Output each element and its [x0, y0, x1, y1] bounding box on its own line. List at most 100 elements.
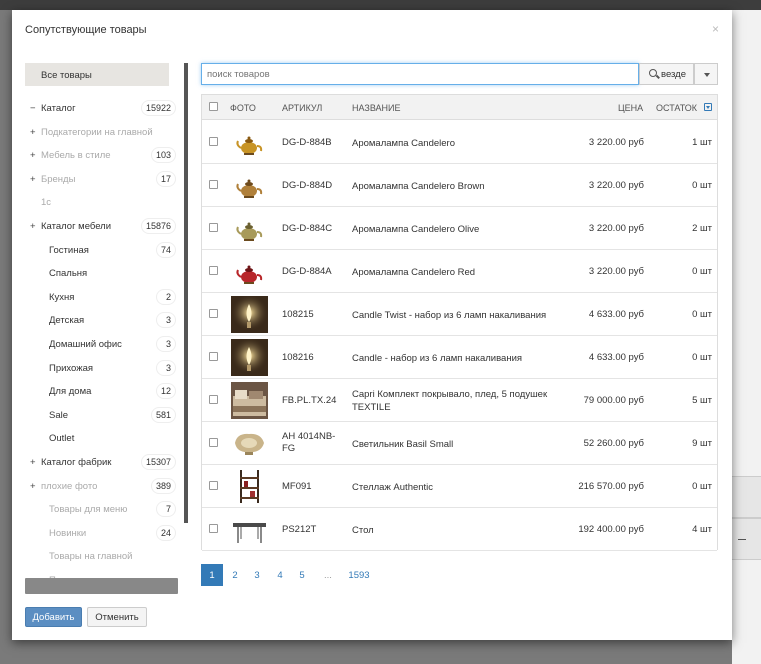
category-item[interactable]: Товары для меню 7: [25, 500, 175, 520]
search-input[interactable]: [201, 63, 639, 85]
category-label: Товары для меню: [49, 504, 128, 516]
search-scope-button[interactable]: везде: [639, 63, 694, 85]
category-count-badge: 17: [156, 171, 175, 186]
page-link[interactable]: 1593: [343, 564, 375, 586]
category-item[interactable]: + Мебель в стиле 103: [25, 146, 175, 166]
product-name: Аромалампа Candelero Brown: [352, 181, 485, 192]
category-item[interactable]: Outlet: [25, 429, 175, 449]
product-name: Candle Twist - набор из 6 ламп накаливан…: [352, 310, 547, 321]
category-item[interactable]: Sale 581: [25, 406, 175, 426]
category-label: Подкатегории на главной: [41, 126, 153, 138]
category-label: Каталог фабрик: [41, 457, 112, 468]
collapse-icon[interactable]: −: [30, 103, 38, 114]
product-price: 216 570.00 руб: [578, 481, 644, 492]
category-item[interactable]: + Каталог фабрик 15307: [25, 453, 175, 473]
row-checkbox[interactable]: [209, 524, 218, 533]
expand-icon[interactable]: +: [30, 481, 38, 492]
product-sku: FB.PL.TX.24: [282, 395, 337, 406]
category-item[interactable]: Гостиная 74: [25, 241, 175, 261]
category-count-badge: 2: [157, 289, 175, 304]
page-link[interactable]: 5: [291, 564, 313, 586]
products-table: ФОТО АРТИКУЛ НАЗВАНИЕ ЦЕНА ОСТАТОК DG-D-…: [201, 94, 718, 551]
row-checkbox[interactable]: [209, 309, 218, 318]
select-all-checkbox[interactable]: [209, 102, 218, 111]
category-item[interactable]: Новинки 24: [25, 524, 175, 544]
column-price[interactable]: ЦЕНА: [618, 103, 643, 113]
table-row[interactable]: 108215 Candle Twist - набор из 6 ламп нак…: [202, 293, 717, 336]
sidebar-vertical-scrollbar[interactable]: [184, 63, 188, 523]
category-label: Новинки: [49, 527, 87, 539]
category-item[interactable]: Кухня 2: [25, 288, 175, 308]
category-item[interactable]: − Каталог 15922: [25, 99, 175, 119]
expand-icon[interactable]: +: [30, 457, 38, 468]
product-price: 3 220.00 руб: [588, 137, 644, 148]
sidebar-horizontal-scrollbar[interactable]: [25, 578, 178, 594]
row-checkbox[interactable]: [209, 137, 218, 146]
search-scope-dropdown[interactable]: [694, 63, 718, 85]
product-sku: 108215: [282, 309, 314, 320]
category-item[interactable]: Детская 3: [25, 311, 175, 331]
product-sku: DG-D-884C: [282, 223, 333, 234]
category-item[interactable]: Домашний офис 3: [25, 335, 175, 355]
product-stock: 9 шт: [692, 438, 712, 449]
cancel-button[interactable]: Отменить: [87, 607, 147, 627]
table-row[interactable]: MF091 Стеллаж Authentic 216 570.00 руб 0 шт: [202, 465, 717, 508]
page-link[interactable]: 2: [224, 564, 246, 586]
page-link[interactable]: 3: [246, 564, 268, 586]
row-checkbox[interactable]: [209, 266, 218, 275]
product-stock: 0 шт: [692, 180, 712, 191]
product-name: Candle - набор из 6 ламп накаливания: [352, 353, 523, 364]
product-name: Светильник Basil Small: [352, 439, 454, 450]
category-item[interactable]: + Бренды 17: [25, 170, 175, 190]
table-row[interactable]: 108216 Candle - набор из 6 ламп накаливан…: [202, 336, 717, 379]
row-checkbox[interactable]: [209, 223, 218, 232]
row-checkbox[interactable]: [209, 481, 218, 490]
background-row: [732, 476, 761, 518]
category-label: Прихожая: [49, 362, 94, 374]
product-sku: AH 4014NB-FG: [282, 431, 336, 454]
page-link[interactable]: 1: [201, 564, 223, 586]
add-button[interactable]: Добавить: [25, 607, 82, 627]
close-icon[interactable]: ×: [712, 22, 719, 36]
expand-icon[interactable]: +: [30, 221, 38, 232]
search-scope-label: везде: [661, 69, 686, 80]
related-products-modal: Сопутствующие товары × Все товары − Катал…: [12, 10, 732, 640]
category-label: Бренды: [41, 173, 76, 185]
table-row[interactable]: DG-D-884C Аромалампа Candelero Olive 3 220…: [202, 207, 717, 250]
category-item[interactable]: Спальня: [25, 264, 175, 284]
category-item[interactable]: + Каталог мебели 15876: [25, 217, 175, 237]
expand-icon[interactable]: +: [30, 174, 38, 185]
table-row[interactable]: PS212T Стол 192 400.00 руб 4 шт: [202, 508, 717, 551]
expand-icon[interactable]: +: [30, 150, 38, 161]
row-checkbox[interactable]: [209, 352, 218, 361]
category-item[interactable]: + плохие фото 389: [25, 477, 175, 497]
expand-icon[interactable]: +: [30, 127, 38, 138]
category-item[interactable]: Для дома 12: [25, 382, 175, 402]
table-row[interactable]: DG-D-884B Аромалампа Candelero 3 220.00 ру…: [202, 121, 717, 164]
table-row[interactable]: AH 4014NB-FG Светильник Basil Small 52 260…: [202, 422, 717, 465]
category-count-badge: 24: [156, 525, 175, 540]
product-price: 4 633.00 руб: [588, 309, 644, 320]
row-checkbox[interactable]: [209, 180, 218, 189]
search-bar: везде: [201, 63, 718, 85]
page-link[interactable]: 4: [269, 564, 291, 586]
category-all-products[interactable]: Все товары: [25, 63, 169, 86]
column-sku[interactable]: АРТИКУЛ: [282, 103, 322, 113]
category-label: Домашний офис: [49, 339, 122, 350]
category-item[interactable]: Прихожая 3: [25, 359, 175, 379]
table-row[interactable]: DG-D-884A Аромалампа Candelero Red 3 220.0…: [202, 250, 717, 293]
column-stock[interactable]: ОСТАТОК: [656, 103, 697, 113]
table-header: ФОТО АРТИКУЛ НАЗВАНИЕ ЦЕНА ОСТАТОК: [202, 95, 717, 120]
column-name[interactable]: НАЗВАНИЕ: [352, 103, 401, 113]
row-checkbox[interactable]: [209, 395, 218, 404]
product-sku: 108216: [282, 352, 314, 363]
category-item[interactable]: + Подкатегории на главной: [25, 123, 175, 143]
category-item[interactable]: Товары на главной: [25, 547, 175, 567]
table-row[interactable]: DG-D-884D Аромалампа Candelero Brown 3 220…: [202, 164, 717, 207]
pagination-ellipsis: ...: [324, 570, 332, 581]
table-row[interactable]: FB.PL.TX.24 Capri Комплект покрывало, пле…: [202, 379, 717, 422]
category-item[interactable]: 1c: [25, 193, 175, 213]
row-checkbox[interactable]: [209, 438, 218, 447]
product-price: 192 400.00 руб: [578, 524, 644, 535]
sort-desc-icon[interactable]: [704, 103, 712, 111]
